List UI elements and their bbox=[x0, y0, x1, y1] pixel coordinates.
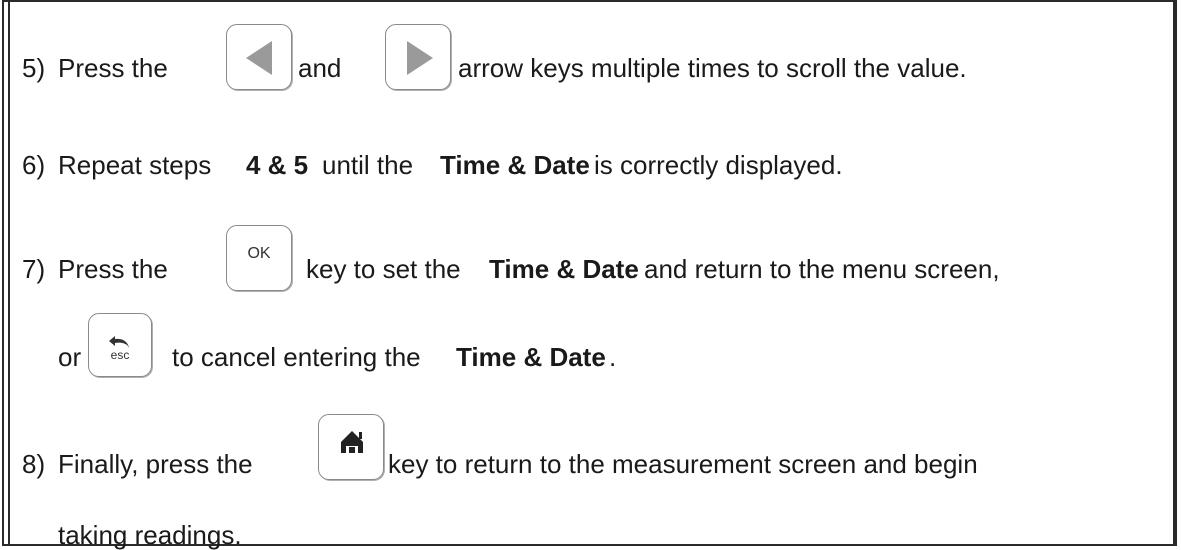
right-arrow-key-icon bbox=[385, 24, 451, 90]
step-text: Press the bbox=[58, 53, 168, 83]
step-text-bold: Time & Date bbox=[440, 150, 590, 180]
home-key-icon bbox=[318, 414, 384, 480]
step-text: Finally, press the bbox=[58, 449, 253, 479]
step-text-bold: Time & Date bbox=[489, 254, 639, 284]
step-text: until the bbox=[322, 150, 414, 180]
step-text: and bbox=[298, 53, 342, 83]
left-arrow-key-icon bbox=[226, 24, 292, 90]
step-text: . bbox=[609, 342, 617, 372]
step-text: and return to the menu screen, bbox=[644, 254, 1000, 284]
step-text-bold: 4 & 5 bbox=[246, 150, 309, 180]
step-text: Repeat steps bbox=[58, 150, 212, 180]
step-text-bold: Time & Date bbox=[456, 342, 606, 372]
step-number: 6) bbox=[22, 150, 46, 180]
step-text: or bbox=[58, 342, 82, 372]
step-text: key to return to the measurement screen … bbox=[388, 449, 978, 479]
step-text: arrow keys multiple times to scroll the … bbox=[458, 53, 967, 83]
step-text: Press the bbox=[58, 254, 168, 284]
esc-key-label: esc bbox=[110, 348, 130, 362]
ok-key-icon: OK bbox=[226, 225, 292, 291]
ok-key-label: OK bbox=[247, 245, 271, 262]
step-text: taking readings. bbox=[58, 520, 242, 550]
esc-key-icon: esc bbox=[88, 313, 152, 377]
step-text: is correctly displayed. bbox=[594, 150, 843, 180]
step-number: 8) bbox=[22, 449, 46, 479]
step-text: key to set the bbox=[306, 254, 461, 284]
step-number: 7) bbox=[22, 254, 46, 284]
step-text: to cancel entering the bbox=[172, 342, 421, 372]
step-number: 5) bbox=[22, 53, 46, 83]
